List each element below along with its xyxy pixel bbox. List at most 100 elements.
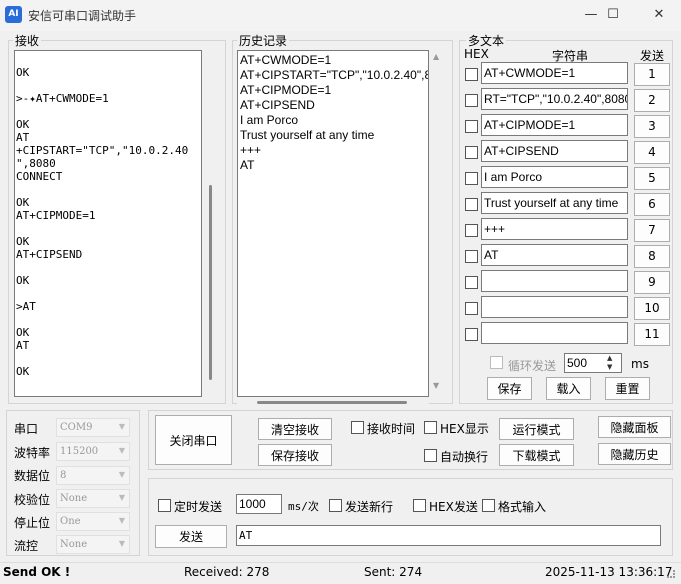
timed-send-label: 定时发送: [174, 500, 223, 514]
chevron-down-icon: ▼: [118, 470, 125, 479]
multitext-string-input[interactable]: +++: [481, 218, 628, 240]
history-hscroll-thumb[interactable]: [257, 401, 407, 404]
multitext-string-input[interactable]: Trust yourself at any time: [481, 192, 628, 214]
multitext-send-button[interactable]: 9: [634, 271, 670, 294]
hex-display-label: HEX显示: [440, 422, 489, 436]
multitext-hex-checkbox[interactable]: [465, 224, 478, 237]
multitext-hex-checkbox[interactable]: [465, 250, 478, 263]
port-select[interactable]: COM9 ▼: [56, 418, 130, 437]
scroll-up-icon[interactable]: ▲: [433, 52, 439, 61]
load-multitext-button[interactable]: 载入: [546, 377, 591, 400]
multitext-send-button[interactable]: 6: [634, 193, 670, 216]
interval-unit: ms: [631, 357, 649, 371]
multitext-string-input[interactable]: AT+CWMODE=1: [481, 62, 628, 84]
history-list[interactable]: AT+CWMODE=1 AT+CIPSTART="TCP","10.0.2.40…: [237, 50, 429, 397]
hex-display-checkbox[interactable]: [424, 421, 437, 434]
history-scrollbar[interactable]: ▲ ▼: [429, 50, 447, 397]
multitext-send-button[interactable]: 11: [634, 323, 670, 346]
run-mode-button[interactable]: 运行模式: [499, 418, 574, 440]
multitext-hex-checkbox[interactable]: [465, 172, 478, 185]
flowcontrol-value: None: [60, 539, 88, 550]
multitext-string-input[interactable]: RT="TCP","10.0.2.40",8080: [481, 88, 628, 110]
multitext-send-button[interactable]: 7: [634, 219, 670, 242]
app-logo-icon: AI: [5, 6, 22, 23]
close-port-button[interactable]: 关闭串口: [155, 415, 232, 465]
hide-history-button[interactable]: 隐藏历史: [598, 443, 671, 465]
send-period-input[interactable]: 1000: [236, 494, 282, 514]
databits-select[interactable]: 8 ▼: [56, 466, 130, 485]
multitext-hex-checkbox[interactable]: [465, 120, 478, 133]
send-text-input[interactable]: AT: [236, 525, 661, 546]
multitext-hex-checkbox[interactable]: [465, 198, 478, 211]
multitext-send-button[interactable]: 5: [634, 167, 670, 190]
format-input-checkbox[interactable]: [482, 499, 495, 512]
timed-send-checkbox[interactable]: [158, 499, 171, 512]
port-value: COM9: [60, 422, 93, 433]
send-status: Send OK !: [3, 565, 71, 579]
flowcontrol-label: 流控: [14, 539, 39, 553]
resize-grip[interactable]: [667, 570, 675, 578]
send-newline-checkbox[interactable]: [329, 499, 342, 512]
format-input-label: 格式输入: [498, 500, 547, 514]
parity-value: None: [60, 493, 88, 504]
parity-select[interactable]: None ▼: [56, 489, 130, 508]
save-receive-button[interactable]: 保存接收: [258, 444, 332, 466]
receive-title: 接收: [13, 32, 42, 49]
multitext-hex-checkbox[interactable]: [465, 276, 478, 289]
interval-spinner[interactable]: ▲ ▼: [607, 354, 612, 372]
multitext-send-button[interactable]: 1: [634, 63, 670, 86]
hide-panel-button[interactable]: 隐藏面板: [598, 416, 671, 438]
baud-select[interactable]: 115200 ▼: [56, 442, 130, 461]
multitext-send-button[interactable]: 3: [634, 115, 670, 138]
receive-time-label: 接收时间: [367, 422, 416, 436]
multitext-send-button[interactable]: 4: [634, 141, 670, 164]
port-label: 串口: [14, 422, 39, 436]
auto-wrap-checkbox[interactable]: [424, 449, 437, 462]
multitext-hex-checkbox[interactable]: [465, 94, 478, 107]
stopbits-select[interactable]: One ▼: [56, 512, 130, 531]
multitext-string-input[interactable]: I am Porco: [481, 166, 628, 188]
maximize-button[interactable]: ☐: [590, 0, 636, 30]
send-header: 发送: [640, 49, 665, 63]
multitext-hex-checkbox[interactable]: [465, 302, 478, 315]
flowcontrol-select[interactable]: None ▼: [56, 535, 130, 554]
databits-value: 8: [60, 470, 67, 481]
receive-textarea[interactable]: OK >-✦AT+CWMODE=1 OK AT +CIPSTART="TCP",…: [14, 50, 202, 397]
reset-multitext-button[interactable]: 重置: [605, 377, 650, 400]
receive-scrollbar[interactable]: [202, 50, 220, 397]
loop-send-checkbox[interactable]: [490, 356, 503, 369]
close-button[interactable]: ✕: [636, 0, 681, 30]
loop-interval-input[interactable]: 500: [564, 353, 622, 373]
multitext-string-input[interactable]: [481, 270, 628, 292]
multitext-hex-checkbox[interactable]: [465, 68, 478, 81]
send-button[interactable]: 发送: [155, 525, 227, 548]
stopbits-label: 停止位: [14, 516, 51, 530]
multitext-string-input[interactable]: AT+CIPMODE=1: [481, 114, 628, 136]
multitext-hex-checkbox[interactable]: [465, 146, 478, 159]
auto-wrap-label: 自动换行: [440, 450, 489, 464]
multitext-string-input[interactable]: [481, 322, 628, 344]
databits-label: 数据位: [14, 469, 51, 483]
multitext-string-input[interactable]: AT: [481, 244, 628, 266]
download-mode-button[interactable]: 下载模式: [499, 444, 574, 466]
scroll-down-icon[interactable]: ▼: [433, 381, 439, 390]
window-title: 安信可串口调试助手: [28, 9, 137, 23]
clear-receive-button[interactable]: 清空接收: [258, 418, 332, 440]
chevron-down-icon: ▼: [118, 516, 125, 525]
multitext-hex-checkbox[interactable]: [465, 328, 478, 341]
baud-label: 波特率: [14, 446, 51, 460]
chevron-down-icon: ▼: [118, 446, 125, 455]
multitext-send-button[interactable]: 8: [634, 245, 670, 268]
datetime: 2025-11-13 13:36:17: [545, 565, 673, 579]
save-multitext-button[interactable]: 保存: [487, 377, 532, 400]
multitext-string-input[interactable]: [481, 296, 628, 318]
hex-send-checkbox[interactable]: [413, 499, 426, 512]
history-hscrollbar[interactable]: [237, 397, 429, 405]
receive-time-checkbox[interactable]: [351, 421, 364, 434]
multitext-send-button[interactable]: 10: [634, 297, 670, 320]
chevron-down-icon: ▼: [118, 539, 125, 548]
chevron-down-icon: ▼: [118, 422, 125, 431]
multitext-string-input[interactable]: AT+CIPSEND: [481, 140, 628, 162]
receive-scroll-thumb[interactable]: [209, 185, 212, 380]
multitext-send-button[interactable]: 2: [634, 89, 670, 112]
